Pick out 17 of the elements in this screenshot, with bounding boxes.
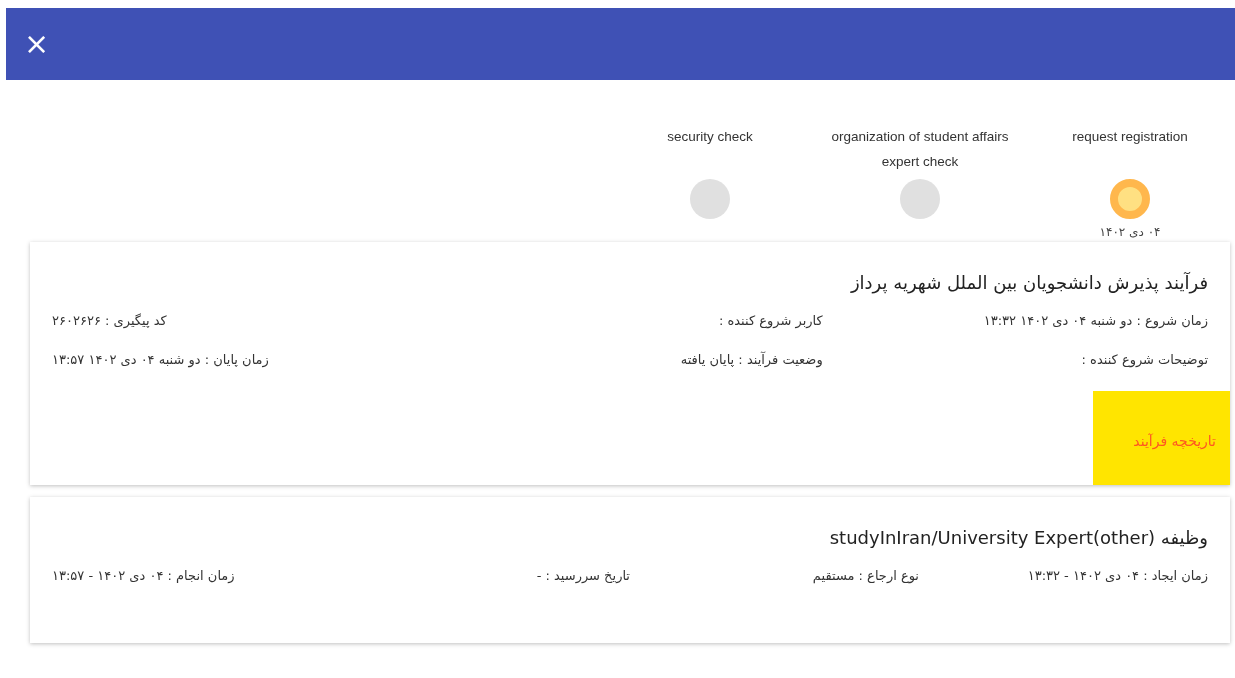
task-title: وظیفه (studyInIran/University Expert(other	[828, 527, 1208, 548]
info-field: کد پیگیری : ۲۶۰۲۶۲۶	[52, 313, 438, 328]
info-field: زمان شروع : دو شنبه ۰۴ دی ۱۴۰۲ ۱۳:۳۲	[822, 313, 1208, 328]
info-field: کاربر شروع کننده :	[437, 313, 823, 328]
process-title: فرآیند پذیرش دانشجویان بین الملل شهریه پرداز	[849, 272, 1208, 293]
close-button[interactable]: ×	[20, 29, 54, 59]
step-date: ۰۴ دی ۱۴۰۲	[1099, 225, 1161, 239]
step-label: security check	[666, 128, 754, 146]
info-field: نوع ارجاع : مستقیم	[630, 568, 919, 583]
info-field: زمان ایجاد : ۰۴ دی ۱۴۰۲ - ۱۳:۳۲	[919, 568, 1208, 583]
step-label: organization of student affairs expert check	[830, 128, 1010, 171]
step-label: request registration	[1071, 128, 1189, 146]
info-field: تاریخ سررسید : -	[341, 568, 630, 583]
info-field: وضعیت فرآیند : پایان یافته	[437, 352, 823, 367]
info-field: توضیحات شروع کننده :	[822, 352, 1208, 367]
info-field: زمان انجام : ۰۴ دی ۱۴۰۲ - ۱۳:۵۷	[52, 568, 341, 583]
info-field: زمان پایان : دو شنبه ۰۴ دی ۱۴۰۲ ۱۳:۵۷	[52, 352, 438, 367]
